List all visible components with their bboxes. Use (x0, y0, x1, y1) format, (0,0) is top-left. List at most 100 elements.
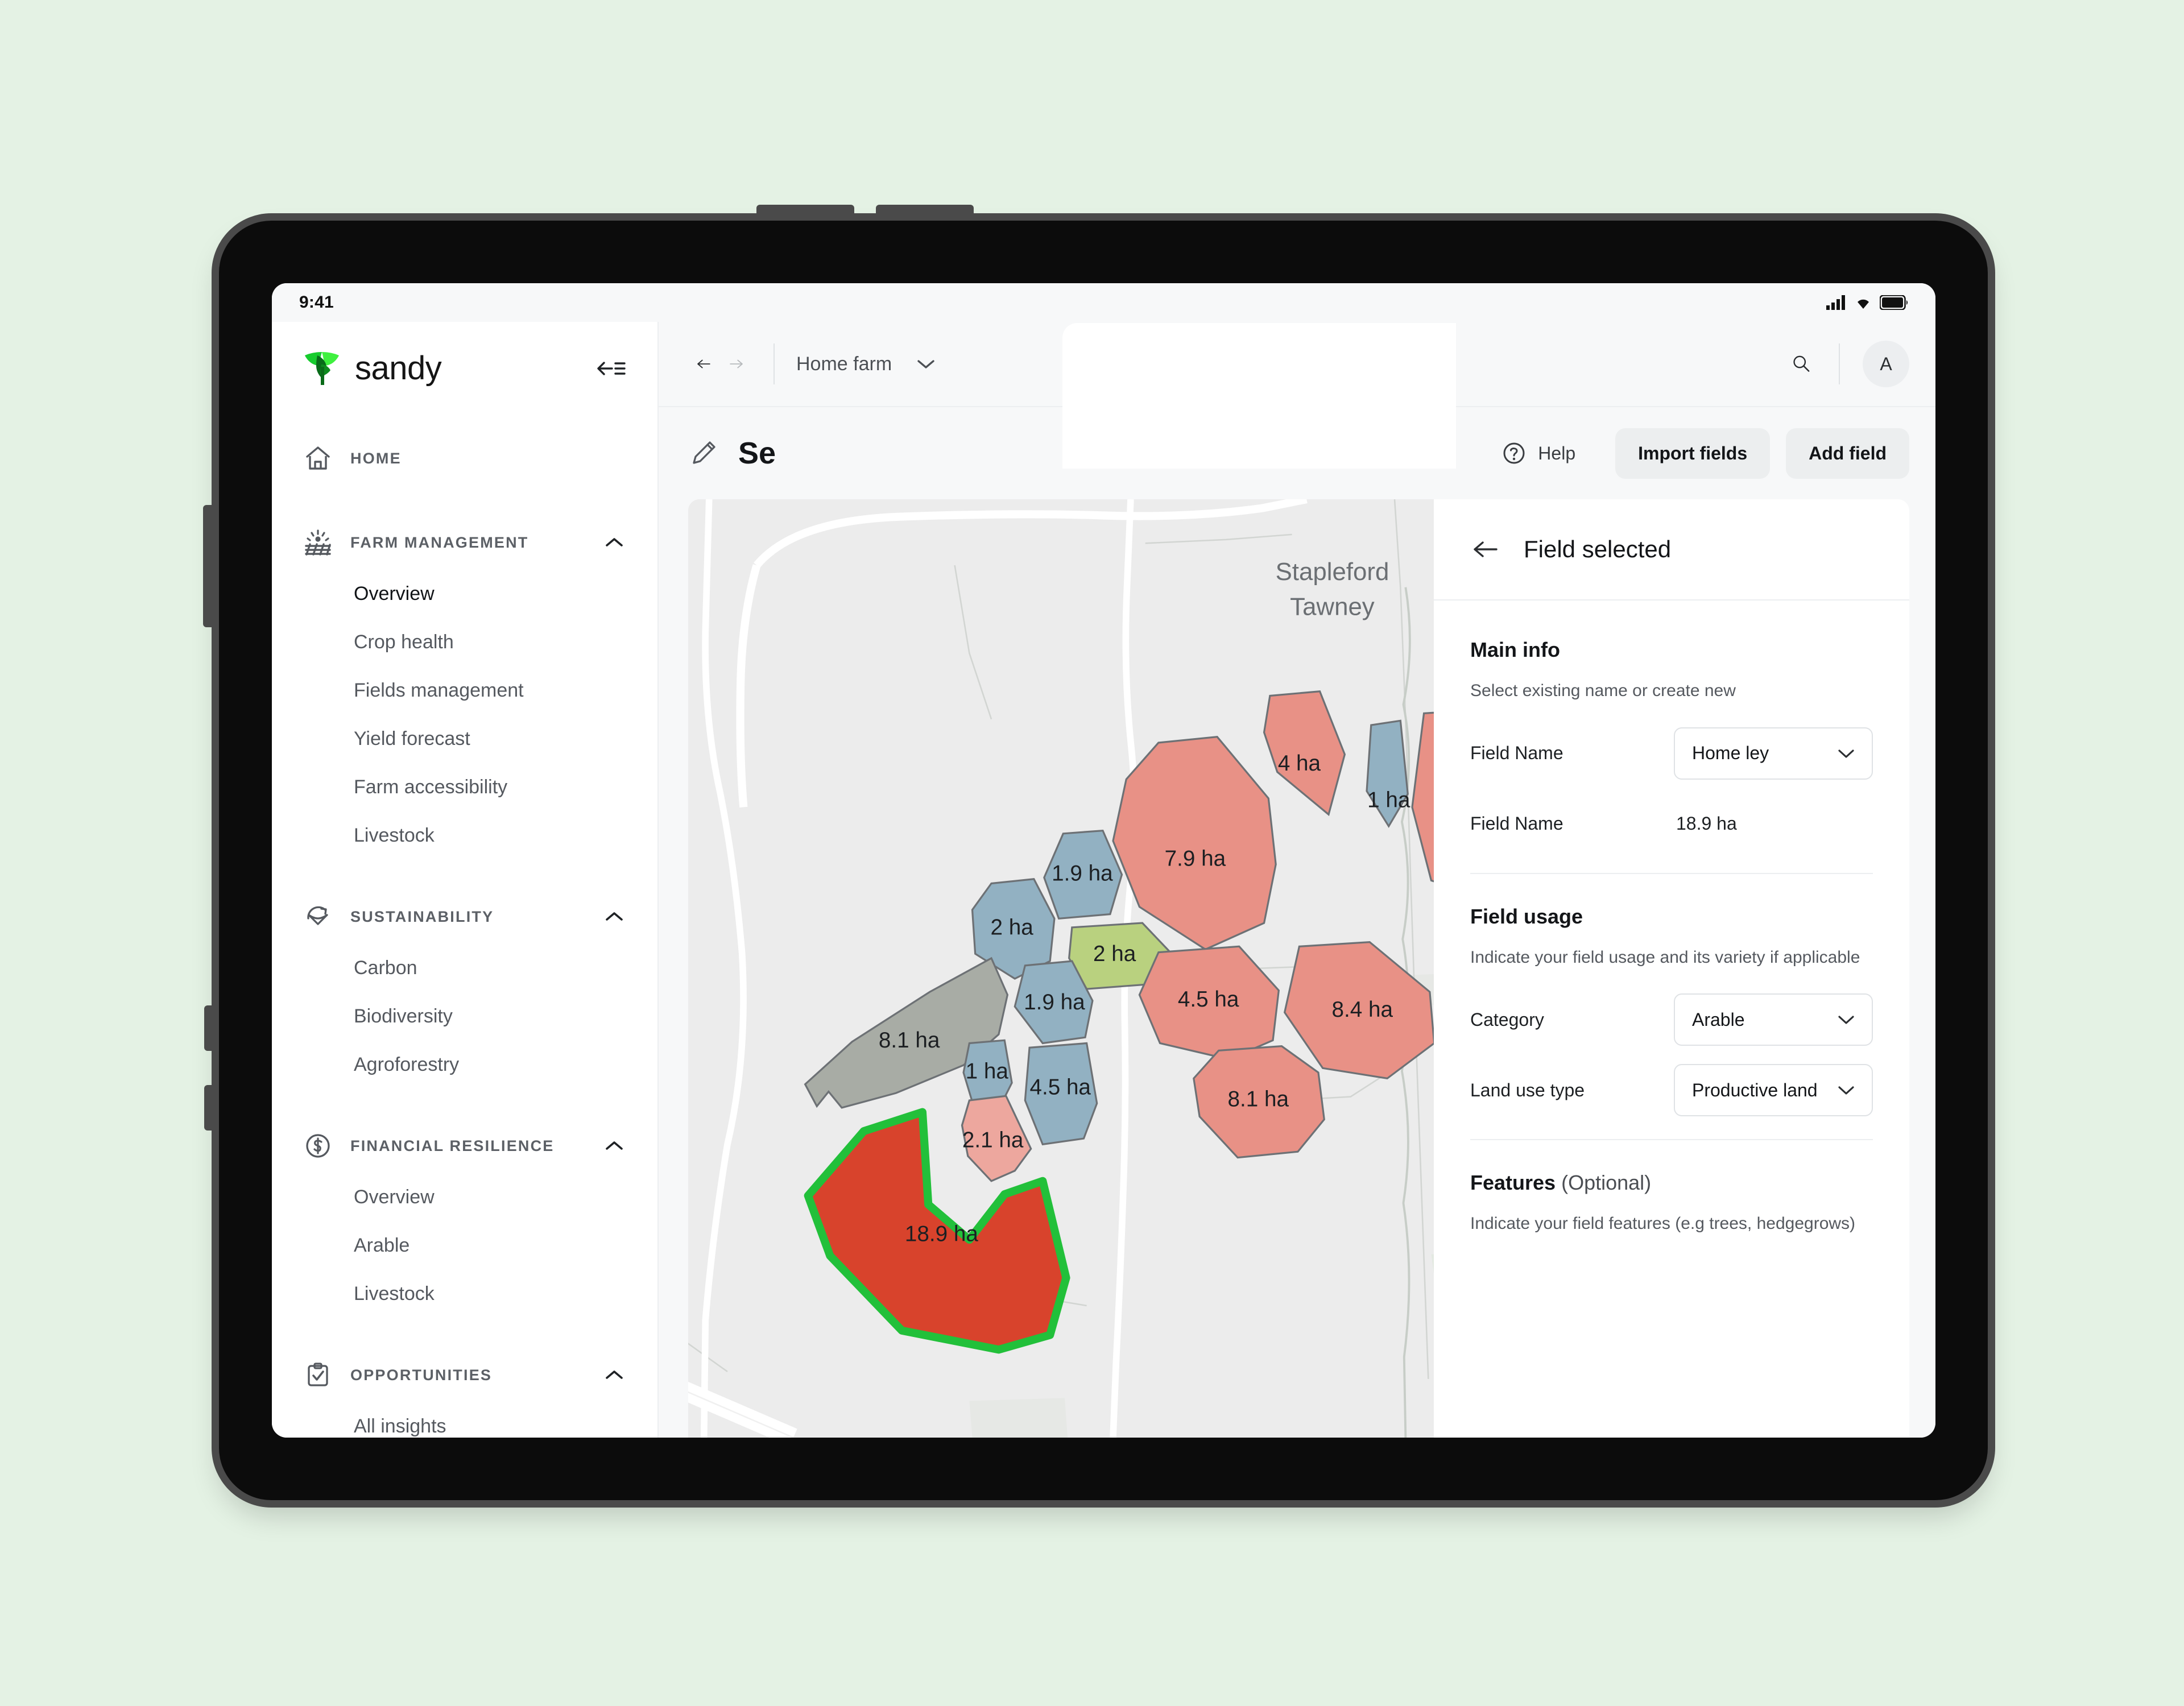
field-label: 1 ha (966, 1059, 1009, 1083)
sidebar-item-home[interactable]: HOME (272, 444, 657, 473)
volume-down-button[interactable] (876, 205, 974, 221)
chevron-down-icon (1838, 1016, 1854, 1024)
field-label: 1.9 ha (1052, 861, 1113, 885)
field-usage-description: Indicate your field usage and its variet… (1470, 947, 1860, 967)
power-button[interactable] (203, 505, 219, 627)
panel-divider-2 (1470, 1139, 1873, 1141)
panel-divider-1 (1470, 872, 1873, 874)
add-field-button[interactable]: Add field (1786, 428, 1909, 479)
status-time: 9:41 (299, 293, 334, 312)
sidebar-item-yield-forecast[interactable]: Yield forecast (272, 728, 657, 750)
sidebar-item-farm-accessibility[interactable]: Farm accessibility (272, 776, 657, 798)
panel-body: Main info Select existing name or create… (1434, 601, 1909, 1236)
sidebar-item-fields-management[interactable]: Fields management (272, 680, 657, 702)
wifi-icon (1858, 299, 1869, 309)
field-label: 1 ha (1367, 788, 1410, 812)
category-select[interactable]: Arable (1674, 993, 1873, 1046)
field-area-row: Field Name 18.9 ha (1470, 798, 1873, 850)
sidebar-section-opportunities[interactable]: OPPORTUNITIES (272, 1361, 657, 1389)
land-use-type-label: Land use type (1470, 1079, 1585, 1100)
selected-field-label: 18.9 ha (905, 1222, 978, 1247)
main-content: Home farm A Se Help Import fields Add fi… (659, 322, 1935, 1438)
sidebar-item-agroforestry[interactable]: Agroforestry (272, 1054, 657, 1076)
field-label: 8.1 ha (879, 1028, 940, 1053)
chevron-down-icon (917, 360, 934, 368)
sidebar-section-farm-management[interactable]: FARM MANAGEMENT (272, 528, 657, 557)
field-name-row: Field Name Home ley (1470, 727, 1873, 780)
brand-name: sandy (355, 350, 442, 387)
topbar-divider-2 (1839, 343, 1840, 384)
tablet-device-frame: 9:41 sandy HOME FARM MANAGEMENT Overview… (203, 205, 1988, 1500)
chevron-down-icon (1838, 749, 1854, 758)
land-use-type-row: Land use type Productive land (1470, 1064, 1873, 1117)
pencil-edit-icon[interactable] (688, 438, 719, 469)
sidebar-item-livestock[interactable]: Livestock (272, 825, 657, 847)
map-canvas[interactable]: M25 Stapleford Tawney 4 ha 1 ha 7.4 ha 7… (688, 499, 1434, 1438)
brand-row: sandy (272, 322, 657, 387)
farm-name-label: Home farm (796, 353, 892, 375)
features-heading: Features (Optional) (1470, 1171, 1873, 1195)
chevron-up-icon[interactable] (603, 909, 626, 924)
field-label: 4.5 ha (1178, 987, 1239, 1012)
field-label: 8.4 ha (1332, 997, 1393, 1022)
avatar[interactable]: A (1863, 341, 1909, 387)
side-button-a[interactable] (204, 1005, 219, 1051)
sidebar-section-financial-resilience[interactable]: FINANCIAL RESILIENCE (272, 1132, 657, 1160)
dollar-circle-icon (306, 1134, 330, 1158)
arrow-left-icon[interactable] (688, 351, 720, 376)
sidebar-item-overview[interactable]: Overview (272, 583, 657, 605)
field-label: 4 ha (1278, 751, 1321, 776)
sidebar-section-label: FARM MANAGEMENT (350, 533, 529, 551)
clipboard-check-icon (308, 1363, 328, 1386)
volume-up-button[interactable] (756, 205, 854, 221)
sidebar-item-biodiversity[interactable]: Biodiversity (272, 1005, 657, 1028)
field-map[interactable]: M25 Stapleford Tawney 4 ha 1 ha 7.4 ha 7… (688, 499, 1434, 1438)
brand-logo-group[interactable]: sandy (304, 349, 442, 387)
collapse-sidebar-icon[interactable] (596, 358, 626, 379)
page-title: Se (738, 436, 776, 470)
main-info-description: Select existing name or create new (1470, 681, 1736, 700)
category-label: Category (1470, 1009, 1544, 1030)
battery-icon (1880, 295, 1908, 310)
sidebar-item-financial-livestock[interactable]: Livestock (272, 1283, 657, 1305)
sidebar-item-crop-health[interactable]: Crop health (272, 631, 657, 653)
leaf-cycle-icon (307, 906, 328, 925)
help-button[interactable]: Help (1502, 441, 1575, 466)
farm-selector[interactable]: Home farm (796, 353, 937, 375)
sidebar-item-arable[interactable]: Arable (272, 1235, 657, 1257)
features-heading-main: Features (1470, 1171, 1556, 1195)
features-heading-optional: (Optional) (1556, 1171, 1652, 1195)
import-fields-button[interactable]: Import fields (1615, 428, 1771, 479)
sidebar-item-carbon[interactable]: Carbon (272, 957, 657, 979)
field-area-label: Field Name (1470, 813, 1563, 834)
field-name-select[interactable]: Home ley (1674, 727, 1873, 780)
field-label: 2.1 ha (962, 1128, 1024, 1153)
field-label: 8.1 ha (1228, 1087, 1289, 1111)
side-button-b[interactable] (204, 1085, 219, 1131)
sidebar-section-sustainability[interactable]: SUSTAINABILITY (272, 902, 657, 931)
field-label: 2 ha (1093, 942, 1136, 966)
sidebar-item-all-insights[interactable]: All insights (272, 1415, 657, 1438)
arrow-left-icon[interactable] (1470, 537, 1502, 562)
sandy-leaf-logo-icon (305, 351, 339, 385)
field-label: 4.5 ha (1029, 1075, 1091, 1100)
help-label: Help (1538, 442, 1576, 463)
chevron-up-icon[interactable] (603, 535, 626, 550)
tablet-screen: 9:41 sandy HOME FARM MANAGEMENT Overview… (272, 283, 1935, 1438)
land-use-type-value: Productive land (1692, 1079, 1818, 1100)
house-icon (306, 446, 330, 470)
land-use-type-select[interactable]: Productive land (1674, 1064, 1873, 1117)
question-circle-icon (1503, 442, 1525, 464)
arrow-right-icon[interactable] (720, 351, 752, 376)
features-description: Indicate your field features (e.g trees,… (1470, 1214, 1856, 1233)
title-overlay-panel (1062, 323, 1456, 469)
sidebar: sandy HOME FARM MANAGEMENT Overview Crop… (272, 322, 659, 1438)
panel-title: Field selected (1524, 536, 1672, 562)
search-icon[interactable] (1786, 349, 1816, 379)
sidebar-section-label: OPPORTUNITIES (350, 1366, 493, 1384)
field-area-value: 18.9 ha (1676, 813, 1737, 834)
sidebar-section-label: FINANCIAL RESILIENCE (350, 1137, 555, 1154)
chevron-up-icon[interactable] (603, 1138, 626, 1153)
chevron-up-icon[interactable] (603, 1368, 626, 1382)
sidebar-item-financial-overview[interactable]: Overview (272, 1186, 657, 1208)
